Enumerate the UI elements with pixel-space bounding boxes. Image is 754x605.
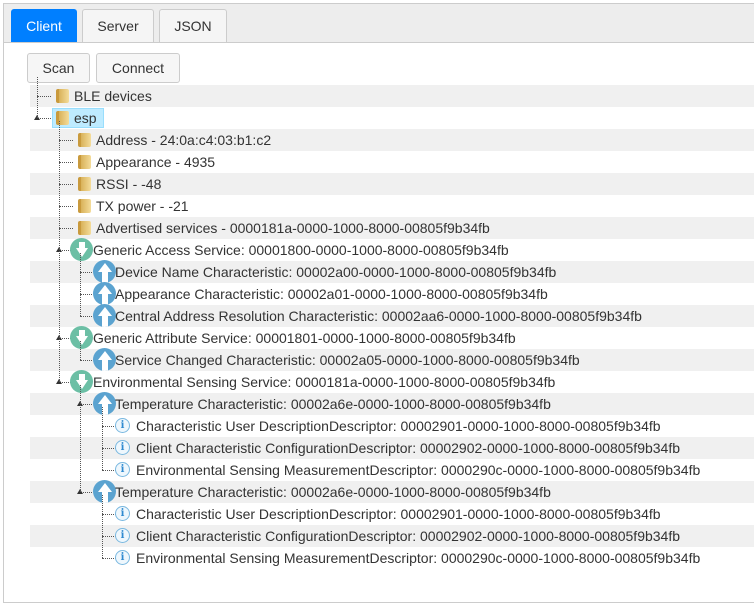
connect-button[interactable]: Connect (96, 53, 180, 83)
tree-node[interactable]: Temperature Characteristic: 00002a6e-000… (0, 392, 754, 415)
tree-guide-line (37, 77, 38, 118)
tree-node-label[interactable]: Environmental Sensing MeasurementDescrip… (136, 459, 700, 481)
tree-node[interactable]: i Environmental Sensing MeasurementDescri… (0, 459, 754, 481)
tree-node-label[interactable]: Generic Access Service: 00001800-0000-10… (93, 239, 509, 261)
tree-node-label[interactable]: esp (74, 107, 97, 129)
tree-node[interactable]: Appearance Characteristic: 00002a01-0000… (0, 282, 754, 305)
tree-connector (37, 96, 51, 97)
tree-guide-line (80, 385, 81, 492)
tree-node-label[interactable]: Environmental Sensing MeasurementDescrip… (136, 547, 700, 569)
tab-json[interactable]: JSON (159, 9, 227, 42)
tree-connector (102, 514, 116, 515)
tab-bar: Client Server JSON (4, 4, 754, 43)
tree-node[interactable]: Appearance - 4935 (0, 151, 754, 173)
tree-node-label[interactable]: Characteristic User DescriptionDescripto… (136, 503, 661, 525)
characteristic-icon (93, 392, 116, 415)
tree-guide-line (102, 495, 103, 558)
tree-connector (80, 316, 92, 317)
tree-connector (59, 206, 73, 207)
service-icon (70, 370, 93, 393)
tree-connector (102, 536, 116, 537)
info-icon: i (115, 550, 130, 565)
tree-node-label[interactable]: Advertised services - 0000181a-0000-1000… (96, 217, 490, 239)
info-icon: i (115, 418, 130, 433)
tree-connector (59, 184, 73, 185)
info-icon: i (115, 528, 130, 543)
tree-guide-line (102, 407, 103, 470)
tree-node[interactable]: RSSI - -48 (0, 173, 754, 195)
tree-node[interactable]: Environmental Sensing Service: 0000181a-… (0, 370, 754, 393)
tree-node-label[interactable]: BLE devices (74, 85, 152, 107)
tree-node-label[interactable]: Characteristic User DescriptionDescripto… (136, 415, 661, 437)
folder-icon (56, 111, 69, 125)
tab-server[interactable]: Server (82, 9, 154, 42)
tree-node[interactable]: Generic Access Service: 00001800-0000-10… (0, 238, 754, 261)
tree-connector (102, 426, 116, 427)
folder-icon (78, 133, 91, 147)
info-icon: i (115, 506, 130, 521)
tree-node-label[interactable]: Service Changed Characteristic: 00002a05… (115, 349, 580, 371)
tree-node[interactable]: i Characteristic User DescriptionDescript… (0, 415, 754, 437)
tree-node-label[interactable]: Client Characteristic ConfigurationDescr… (136, 437, 680, 459)
tree-node-label[interactable]: Client Characteristic ConfigurationDescr… (136, 525, 680, 547)
tree-node[interactable]: i Client Characteristic ConfigurationDesc… (0, 525, 754, 547)
folder-icon (78, 199, 91, 213)
tree-guide-line (80, 253, 81, 316)
tree-node-label[interactable]: Device Name Characteristic: 00002a00-000… (115, 261, 556, 283)
tree-guide-line (80, 341, 81, 360)
tree-node-label[interactable]: Generic Attribute Service: 00001801-0000… (93, 327, 516, 349)
tree-connector (102, 558, 116, 559)
tree-connector (80, 294, 92, 295)
tree-connector (59, 140, 73, 141)
tree-node[interactable]: i Environmental Sensing MeasurementDescri… (0, 547, 754, 569)
tree-node[interactable]: Advertised services - 0000181a-0000-1000… (0, 217, 754, 239)
tree-node[interactable]: TX power - -21 (0, 195, 754, 217)
tree-guide-line (59, 121, 60, 382)
tree-node-label[interactable]: Environmental Sensing Service: 0000181a-… (93, 371, 555, 393)
tree-node-label[interactable]: Address - 24:0a:c4:03:b1:c2 (96, 129, 271, 151)
tree-connector (59, 162, 73, 163)
tree-connector (102, 448, 116, 449)
folder-icon (78, 221, 91, 235)
folder-icon (78, 177, 91, 191)
tree-node[interactable]: BLE devices (0, 85, 754, 107)
tree-connector (80, 272, 92, 273)
folder-icon (56, 89, 69, 103)
tab-client[interactable]: Client (11, 9, 77, 42)
characteristic-icon (93, 480, 116, 503)
tree-connector (102, 470, 116, 471)
tree-node-label[interactable]: TX power - -21 (96, 195, 189, 217)
tree-node[interactable]: i Characteristic User DescriptionDescript… (0, 503, 754, 525)
tree-node-label[interactable]: Temperature Characteristic: 00002a6e-000… (115, 393, 551, 415)
service-icon (70, 238, 93, 261)
tree-node-label[interactable]: Central Address Resolution Characteristi… (115, 305, 642, 327)
info-icon: i (115, 440, 130, 455)
folder-icon (78, 155, 91, 169)
tree-node[interactable]: Address - 24:0a:c4:03:b1:c2 (0, 129, 754, 151)
tree-node-label[interactable]: Appearance Characteristic: 00002a01-0000… (115, 283, 548, 305)
tree-node-label[interactable]: RSSI - -48 (96, 173, 161, 195)
characteristic-icon (93, 304, 116, 327)
tree-node[interactable]: i Client Characteristic ConfigurationDesc… (0, 437, 754, 459)
characteristic-icon (93, 260, 116, 283)
tree-node[interactable]: Central Address Resolution Characteristi… (0, 304, 754, 327)
info-icon: i (115, 462, 130, 477)
tree-node[interactable]: Device Name Characteristic: 00002a00-000… (0, 260, 754, 283)
tree-node[interactable]: Temperature Characteristic: 00002a6e-000… (0, 480, 754, 503)
tree-node[interactable]: esp (0, 107, 754, 129)
tree-node[interactable]: Service Changed Characteristic: 00002a05… (0, 348, 754, 371)
tree-connector (80, 360, 92, 361)
tree-node-label[interactable]: Appearance - 4935 (96, 151, 215, 173)
tree-connector (59, 228, 73, 229)
tree-node[interactable]: Generic Attribute Service: 00001801-0000… (0, 326, 754, 349)
tree-node-label[interactable]: Temperature Characteristic: 00002a6e-000… (115, 481, 551, 503)
characteristic-icon (93, 282, 116, 305)
characteristic-icon (93, 348, 116, 371)
service-icon (70, 326, 93, 349)
